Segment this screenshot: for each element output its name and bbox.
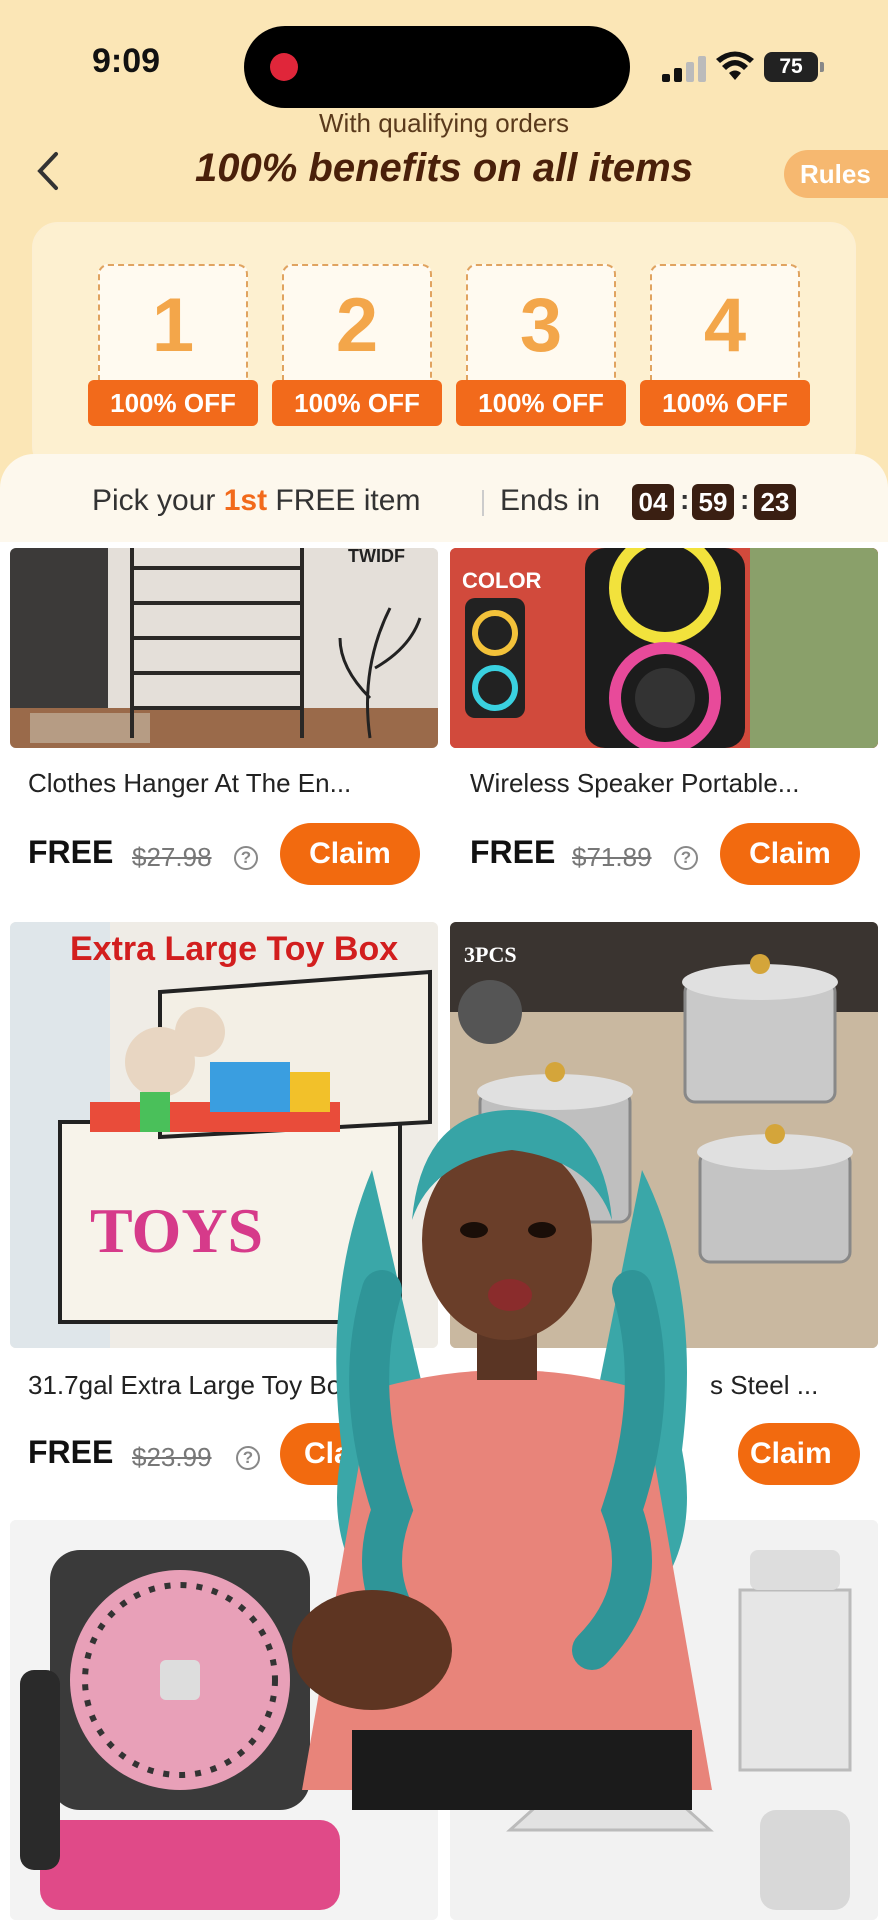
- claim-button[interactable]: Claim: [280, 823, 420, 885]
- benefit-tag: 100% OFF: [456, 380, 626, 426]
- timer-minutes: 59: [692, 484, 734, 520]
- timer-colon: :: [680, 484, 690, 515]
- header-subtitle: With qualifying orders: [319, 108, 569, 138]
- product-title[interactable]: Clothes Hanger At The En...: [28, 768, 428, 799]
- benefit-number: 4: [703, 283, 747, 368]
- claim-button[interactable]: Claim: [720, 823, 860, 885]
- status-time: 9:09: [92, 42, 161, 80]
- help-icon[interactable]: ?: [236, 1446, 260, 1470]
- recording-indicator-icon: [270, 53, 298, 81]
- benefit-card-1: 1 100% OFF: [88, 264, 258, 428]
- timer-colon: :: [740, 484, 750, 515]
- product-image[interactable]: TWIDF: [10, 548, 438, 748]
- product-image-text: TWIDF: [348, 548, 405, 566]
- benefit-tag: 100% OFF: [88, 380, 258, 426]
- status-bar: 9:09 75: [0, 0, 888, 110]
- pick-suffix: FREE item: [275, 484, 421, 517]
- claim-button[interactable]: Claim: [738, 1423, 860, 1485]
- wifi-icon: [716, 51, 754, 80]
- product-image[interactable]: COLOR: [450, 548, 878, 748]
- product-image-text: 3PCS: [464, 942, 517, 967]
- product-image-text: COLOR: [462, 568, 542, 593]
- pick-bar: Pick your 1st FREE item Ends in 04 : 59 …: [0, 454, 888, 542]
- original-price: $27.98: [132, 842, 212, 872]
- creator-video-overlay: [292, 1110, 712, 1810]
- benefit-number: 2: [335, 283, 379, 368]
- help-icon[interactable]: ?: [674, 846, 698, 870]
- product-image-text: Extra Large Toy Box: [70, 930, 398, 968]
- benefit-card-3: 3 100% OFF: [456, 264, 626, 428]
- free-label: FREE: [470, 834, 556, 870]
- timer-seconds: 23: [754, 484, 796, 520]
- pick-instruction: Pick your 1st FREE item: [92, 484, 420, 518]
- free-label: FREE: [28, 834, 114, 870]
- rules-button[interactable]: Rules: [784, 150, 888, 198]
- benefit-number: 3: [519, 283, 563, 368]
- benefit-card-4: 4 100% OFF: [640, 264, 810, 428]
- benefit-tag: 100% OFF: [272, 380, 442, 426]
- benefit-card-2: 2 100% OFF: [272, 264, 442, 428]
- battery-icon: 75: [764, 52, 824, 82]
- benefit-number: 1: [151, 283, 195, 368]
- pick-highlight: 1st: [223, 484, 268, 517]
- pick-prefix: Pick your: [92, 484, 216, 517]
- dynamic-island: [244, 26, 630, 108]
- help-icon[interactable]: ?: [234, 846, 258, 870]
- cellular-signal-icon: [662, 56, 706, 82]
- original-price: $23.99: [132, 1442, 212, 1472]
- product-image-text-2: TOYS: [90, 1195, 263, 1266]
- benefit-tag: 100% OFF: [640, 380, 810, 426]
- page-title: 100% benefits on all items: [195, 146, 693, 190]
- product-title[interactable]: Wireless Speaker Portable...: [470, 768, 870, 799]
- timer-hours: 04: [632, 484, 674, 520]
- ends-in-label: Ends in: [500, 484, 601, 517]
- divider: [482, 490, 484, 516]
- original-price: $71.89: [572, 842, 652, 872]
- free-label: FREE: [28, 1434, 114, 1470]
